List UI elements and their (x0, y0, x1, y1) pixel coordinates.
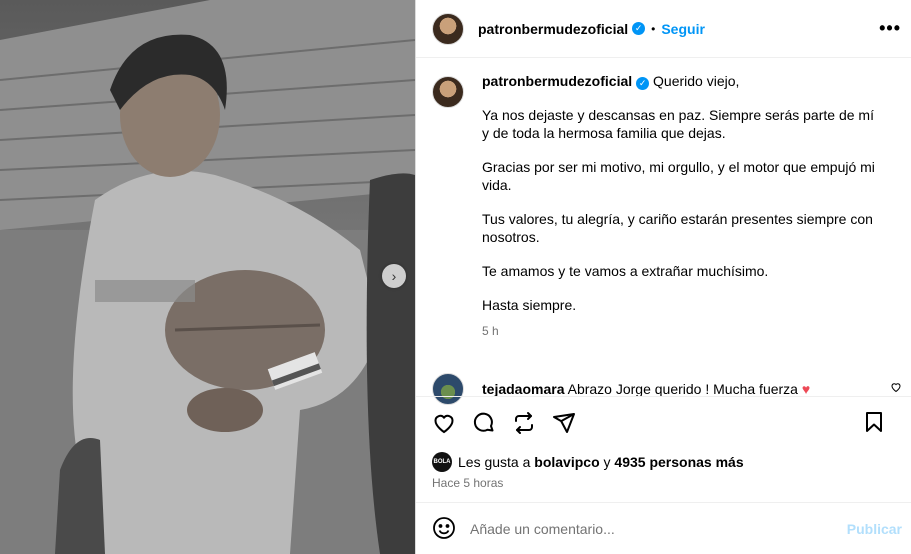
actions-divider (416, 396, 911, 397)
likes-prefix: Les gusta a (458, 454, 531, 470)
commenter-username[interactable]: tejadaomara (482, 381, 564, 397)
post-time-ago[interactable]: Hace 5 horas (432, 476, 503, 490)
emoji-icon[interactable] (432, 516, 456, 543)
red-heart-emoji: ♥ (801, 381, 811, 397)
vintage-photo-illustration (0, 0, 415, 554)
commenter-avatar[interactable] (432, 373, 464, 405)
likes-count[interactable]: 4935 personas más (614, 454, 743, 470)
verified-badge-icon: ✓ (632, 22, 646, 35)
post-header: patronbermudezoficial ✓ • Seguir ••• (416, 0, 911, 58)
add-comment-bar: Añade un comentario... Publicar (432, 512, 902, 546)
author-avatar[interactable] (432, 12, 464, 45)
comment-input[interactable]: Añade un comentario... (470, 521, 615, 537)
comment-like-heart-icon[interactable] (890, 381, 902, 396)
comment-text: tejadaomara Abrazo Jorge querido ! Mucha… (482, 381, 810, 397)
comment-body: Abrazo Jorge querido ! Mucha fuerza (567, 381, 798, 397)
caption-paragraph: Te amamos y te vamos a extrañar muchísim… (482, 263, 769, 279)
heart-icon[interactable] (432, 411, 456, 435)
share-icon[interactable] (552, 411, 576, 435)
post-side-panel: patronbermudezoficial ✓ • Seguir ••• pat… (416, 0, 911, 554)
liker-avatar[interactable]: BOLA (432, 452, 452, 472)
post-actions-bar (432, 410, 902, 436)
caption-timestamp[interactable]: 5 h (482, 324, 902, 338)
caption-row: patronbermudezoficial ✓ Querido viejo, Ya… (432, 72, 902, 314)
publish-button[interactable]: Publicar (847, 521, 902, 537)
comment-item: tejadaomara Abrazo Jorge querido ! Mucha… (432, 373, 902, 405)
bookmark-icon[interactable] (862, 410, 886, 434)
comment-box-divider (416, 502, 911, 503)
post-photo: › (0, 0, 415, 554)
liker-username[interactable]: bolavipco (534, 454, 599, 470)
likes-middle: y (603, 454, 611, 470)
caption-paragraph: Ya nos dejaste y descansas en paz. Siemp… (482, 107, 874, 141)
post-caption: patronbermudezoficial ✓ Querido viejo, Ya… (432, 72, 902, 338)
repost-icon[interactable] (512, 411, 536, 435)
comment-icon[interactable] (472, 411, 496, 435)
caption-paragraph: Hasta siempre. (482, 297, 577, 313)
caption-author-avatar[interactable] (432, 76, 464, 108)
author-username[interactable]: patronbermudezoficial (478, 21, 628, 37)
chevron-right-icon: › (391, 268, 397, 284)
caption-paragraph: Gracias por ser mi motivo, mi orgullo, y… (482, 159, 875, 193)
caption-first-line: Querido viejo, (653, 73, 740, 89)
instagram-post-view: › patronbermudezoficial ✓ • Seguir ••• p… (0, 0, 911, 554)
more-options-icon[interactable]: ••• (879, 18, 901, 39)
carousel-next-button[interactable]: › (382, 264, 406, 288)
follow-button[interactable]: Seguir (661, 21, 705, 37)
caption-text: patronbermudezoficial ✓ Querido viejo, Ya… (482, 72, 882, 314)
verified-badge-icon: ✓ (636, 77, 650, 90)
caption-author-username[interactable]: patronbermudezoficial (482, 73, 632, 89)
separator-dot: • (651, 21, 656, 36)
likes-summary: BOLA Les gusta a bolavipco y 4935 person… (432, 452, 744, 472)
caption-paragraph: Tus valores, tu alegría, y cariño estará… (482, 211, 873, 245)
